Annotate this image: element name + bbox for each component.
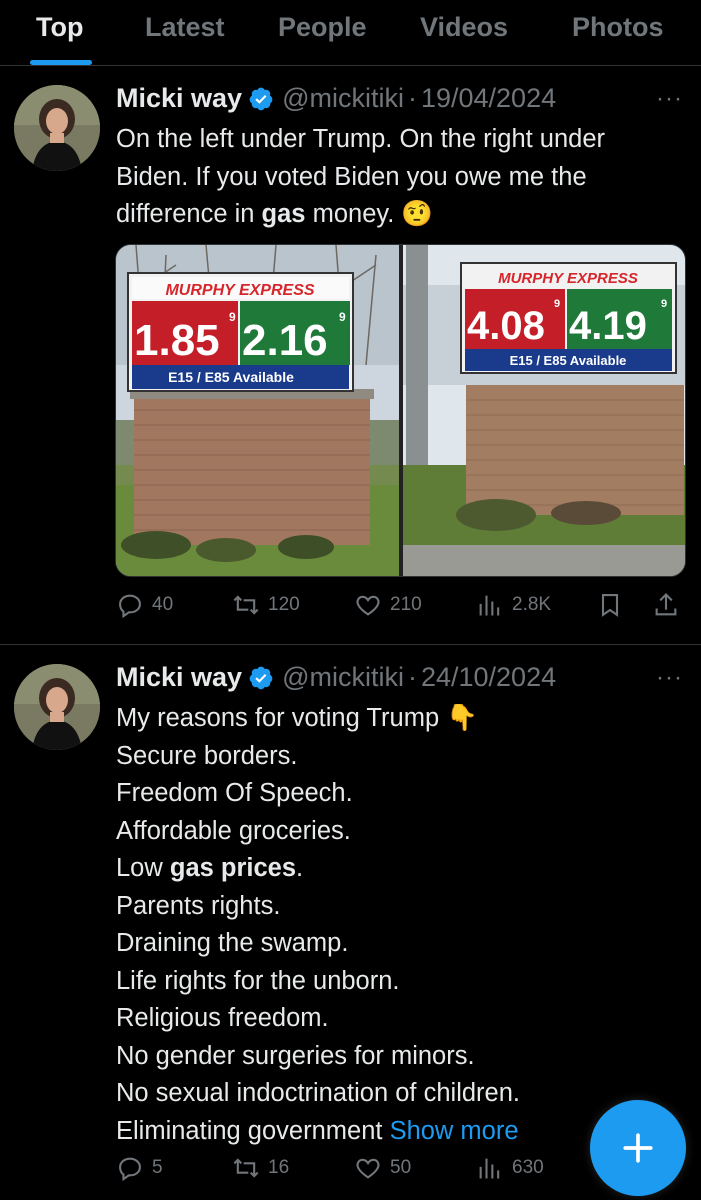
reply-count: 5 xyxy=(152,1157,163,1178)
tab-top[interactable]: Top xyxy=(36,12,83,43)
price-diesel-right: 4.19 xyxy=(569,304,647,348)
verified-badge-icon[interactable] xyxy=(248,665,274,691)
view-count: 2.8K xyxy=(512,594,552,615)
tweet-header: Micki way @mickitiki · 24/10/2024 xyxy=(116,662,556,693)
tweet-text-segment: Low xyxy=(116,854,170,882)
retweet-button[interactable]: 16 xyxy=(232,1154,289,1182)
tweet-date[interactable]: 19/04/2024 xyxy=(421,83,556,114)
reply-button[interactable]: 40 xyxy=(116,591,173,619)
author-name[interactable]: Micki way xyxy=(116,83,242,114)
plus-icon xyxy=(623,1133,653,1163)
reply-icon xyxy=(119,594,141,619)
more-options-icon[interactable]: ··· xyxy=(656,664,683,692)
tweet-text-segment: Eliminating government xyxy=(116,1116,390,1145)
tweet-header: Micki way @mickitiki · 19/04/2024 xyxy=(116,83,556,114)
tweet-text-line: Religious freedom. xyxy=(116,1004,329,1032)
more-options-icon[interactable]: ··· xyxy=(656,85,683,113)
price-unleaded-fraction-right: 9 xyxy=(554,298,560,310)
bookmark-icon xyxy=(601,594,619,617)
views-button[interactable]: 2.8K xyxy=(476,591,551,619)
search-tabs: Top Latest People Videos Photos xyxy=(0,0,701,66)
author-name[interactable]: Micki way xyxy=(116,662,242,693)
active-tab-indicator xyxy=(30,60,92,65)
tweet-text-line: Freedom Of Speech. xyxy=(116,779,353,807)
tweet-text-segment: money. xyxy=(305,200,395,228)
tweet-media-image[interactable]: MURPHY EXPRESS 1.85 9 2.16 9 E15 / E85 A… xyxy=(115,244,686,577)
avatar-photo xyxy=(14,664,100,750)
pointing-down-emoji-icon: 👇 xyxy=(446,704,478,732)
reply-button[interactable]: 5 xyxy=(116,1154,163,1182)
heart-icon xyxy=(356,1158,380,1179)
reply-count: 40 xyxy=(152,594,174,615)
sign-banner-right: E15 / E85 Available xyxy=(510,353,627,368)
view-count: 630 xyxy=(512,1157,544,1178)
price-unleaded-right: 4.08 xyxy=(467,304,545,348)
tweet-text-segment: My reasons for voting Trump xyxy=(116,704,440,732)
retweet-button[interactable]: 120 xyxy=(232,591,300,619)
tweet-text-line: My reasons for voting Trump 👇 xyxy=(116,700,691,738)
separator-dot: · xyxy=(407,83,417,113)
verified-badge-icon[interactable] xyxy=(248,86,274,112)
show-more-link[interactable]: Show more xyxy=(390,1117,519,1145)
tweet-text-line: Secure borders. xyxy=(116,741,298,770)
tweet-text-segment: difference in xyxy=(116,200,262,228)
gas-price-comparison-photo: MURPHY EXPRESS 1.85 9 2.16 9 E15 / E85 A… xyxy=(116,245,685,576)
tab-photos[interactable]: Photos xyxy=(572,12,664,43)
tweet-text-line: Biden. If you voted Biden you owe me the xyxy=(116,162,587,191)
retweet-count: 16 xyxy=(268,1157,290,1178)
separator-dot: · xyxy=(407,662,417,692)
highlighted-keyword: gas prices xyxy=(169,854,297,882)
avatar[interactable] xyxy=(14,664,100,750)
price-diesel-left: 2.16 xyxy=(242,316,328,365)
like-count: 210 xyxy=(390,594,422,615)
like-count: 50 xyxy=(390,1157,412,1178)
sign-brand-left: MURPHY EXPRESS xyxy=(165,282,314,299)
tweet-text-segment: . xyxy=(296,854,304,882)
tweet-text: My reasons for voting Trump 👇 Secure bor… xyxy=(116,700,691,1150)
analytics-icon xyxy=(479,595,500,616)
like-button[interactable]: 210 xyxy=(354,591,422,619)
share-button[interactable] xyxy=(652,591,688,619)
tweet-text-line: Life rights for the unborn. xyxy=(116,966,400,995)
tweet-text-line: difference in gas money. 🤨 xyxy=(116,196,691,234)
avatar-photo xyxy=(14,85,100,171)
compose-post-button[interactable] xyxy=(590,1100,686,1196)
sign-brand-right: MURPHY EXPRESS xyxy=(498,270,638,287)
tweet-text-line: No gender surgeries for minors. xyxy=(116,1041,475,1070)
tweet[interactable]: Micki way @mickitiki · 24/10/2024 ··· My… xyxy=(0,646,701,1200)
avatar[interactable] xyxy=(14,85,100,171)
share-icon xyxy=(655,593,677,616)
tweet-actions: 40 120 210 2.8K xyxy=(116,591,677,621)
retweet-icon xyxy=(233,595,259,615)
tab-videos[interactable]: Videos xyxy=(420,12,508,43)
analytics-icon xyxy=(479,1158,500,1179)
reply-icon xyxy=(119,1157,141,1182)
price-unleaded-left: 1.85 xyxy=(134,316,220,365)
tweet-date[interactable]: 24/10/2024 xyxy=(421,662,556,693)
highlighted-keyword: gas xyxy=(261,200,306,228)
price-diesel-fraction-left: 9 xyxy=(339,310,346,324)
tweet-text-line: Low gas prices. xyxy=(116,850,691,888)
tweet-text-line: Parents rights. xyxy=(116,891,281,920)
tweet-text: On the left under Trump. On the right un… xyxy=(116,121,691,234)
retweet-icon xyxy=(233,1158,259,1178)
tweet-text-line: Affordable groceries. xyxy=(116,816,351,845)
price-diesel-fraction-right: 9 xyxy=(661,298,667,310)
like-button[interactable]: 50 xyxy=(354,1154,411,1182)
raised-eyebrow-emoji-icon: 🤨 xyxy=(401,200,434,228)
sign-banner-left: E15 / E85 Available xyxy=(168,369,294,385)
tweet-text-line: No sexual indoctrination of children. xyxy=(116,1079,520,1107)
tab-latest[interactable]: Latest xyxy=(145,12,225,43)
retweet-count: 120 xyxy=(268,594,300,615)
heart-icon xyxy=(356,595,380,616)
tweet-text-line: Draining the swamp. xyxy=(116,929,349,957)
author-handle[interactable]: @mickitiki xyxy=(282,662,404,693)
author-handle[interactable]: @mickitiki xyxy=(282,83,404,114)
views-button[interactable]: 630 xyxy=(476,1154,544,1182)
tweet-text-line: On the left under Trump. On the right un… xyxy=(116,125,606,153)
tab-people[interactable]: People xyxy=(278,12,367,43)
bookmark-button[interactable] xyxy=(596,591,632,619)
tweet[interactable]: Micki way @mickitiki · 19/04/2024 ··· On… xyxy=(0,67,701,645)
price-unleaded-fraction-left: 9 xyxy=(229,310,236,324)
